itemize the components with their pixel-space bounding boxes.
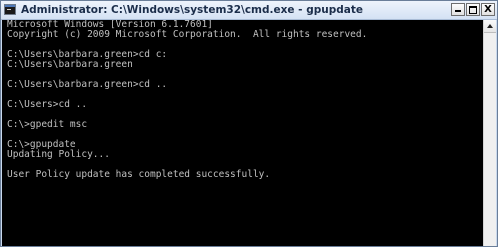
cmd-window: Administrator: C:\Windows\system32\cmd.e…	[0, 0, 498, 247]
console-line: Updating Policy...	[7, 149, 110, 160]
caption-buttons: X	[451, 3, 495, 17]
cmd-icon[interactable]	[4, 4, 16, 15]
window-title: Administrator: C:\Windows\system32\cmd.e…	[21, 4, 363, 16]
console-line: C:\Users\barbara.green>cd ..	[7, 79, 168, 90]
close-button[interactable]: X	[481, 3, 495, 16]
maximize-button[interactable]	[466, 3, 480, 16]
scroll-up-arrow-icon[interactable]	[484, 20, 496, 33]
console-line: User Policy update has completed success…	[7, 169, 271, 180]
title-bar[interactable]: Administrator: C:\Windows\system32\cmd.e…	[1, 1, 497, 20]
console-line: C:\>gpedit msc	[7, 119, 88, 130]
console-lines: Microsoft Windows [Version 6.1.7601] Cop…	[2, 20, 484, 180]
minimize-button[interactable]	[451, 3, 465, 16]
console-line: C:\Users>cd ..	[7, 99, 88, 110]
console-line: C:\Users\barbara.green	[7, 59, 133, 70]
console-output[interactable]: Microsoft Windows [Version 6.1.7601] Cop…	[2, 20, 484, 246]
vertical-scrollbar[interactable]	[483, 20, 496, 246]
console-line: Copyright (c) 2009 Microsoft Corporation…	[7, 29, 368, 40]
